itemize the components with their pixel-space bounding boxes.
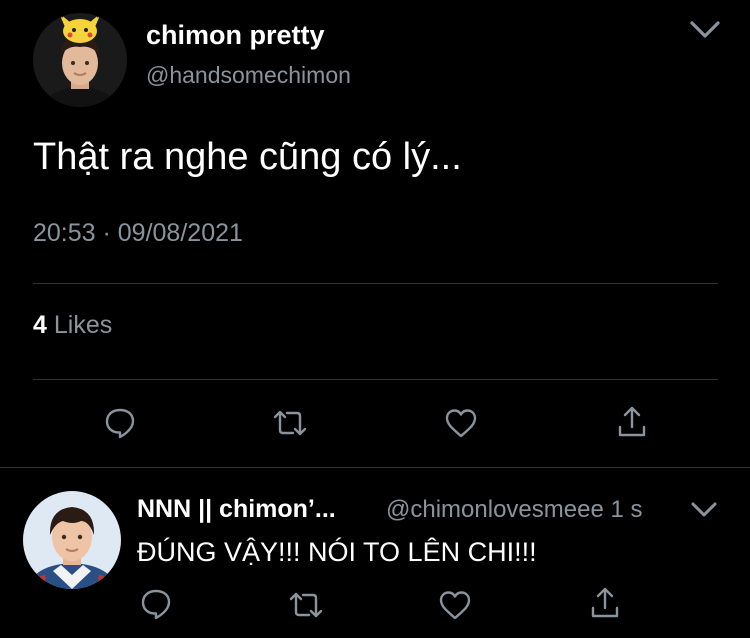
likes-count-link[interactable]: 4 Likes xyxy=(33,311,112,340)
divider xyxy=(33,283,718,284)
retweet-icon[interactable] xyxy=(288,588,324,622)
author-name[interactable]: chimon pretty xyxy=(146,20,325,51)
chevron-down-icon[interactable] xyxy=(689,18,721,42)
likes-label: Likes xyxy=(53,311,113,339)
author-handle[interactable]: @handsomechimon xyxy=(146,62,351,89)
reply-icon[interactable] xyxy=(139,587,173,621)
retweet-icon[interactable] xyxy=(272,406,308,440)
share-icon[interactable] xyxy=(590,586,620,620)
likes-count: 4 xyxy=(33,311,47,339)
tweet-text: Thật ra nghe cũng có lý... xyxy=(33,136,462,178)
share-icon[interactable] xyxy=(617,405,647,439)
reply-author-handle: @chimonlovesmeee xyxy=(386,496,604,523)
author-avatar[interactable] xyxy=(33,13,127,107)
divider xyxy=(0,467,750,468)
reply-author-avatar[interactable] xyxy=(23,491,121,589)
reply-icon[interactable] xyxy=(103,406,137,440)
chevron-down-icon[interactable] xyxy=(690,500,718,520)
reply-time-ago: 1 s xyxy=(610,496,643,523)
like-icon[interactable] xyxy=(444,407,478,439)
tweet-timestamp[interactable]: 20:53 · 09/08/2021 xyxy=(33,219,243,248)
like-icon[interactable] xyxy=(438,589,472,621)
reply-text: ĐÚNG VẬY!!! NÓI TO LÊN CHI!!! xyxy=(137,537,537,567)
reply-handle-and-time[interactable]: @chimonlovesmeee 1 s xyxy=(386,496,642,524)
divider xyxy=(33,379,718,380)
reply-author-name[interactable]: NNN || chimon’... xyxy=(137,495,336,524)
